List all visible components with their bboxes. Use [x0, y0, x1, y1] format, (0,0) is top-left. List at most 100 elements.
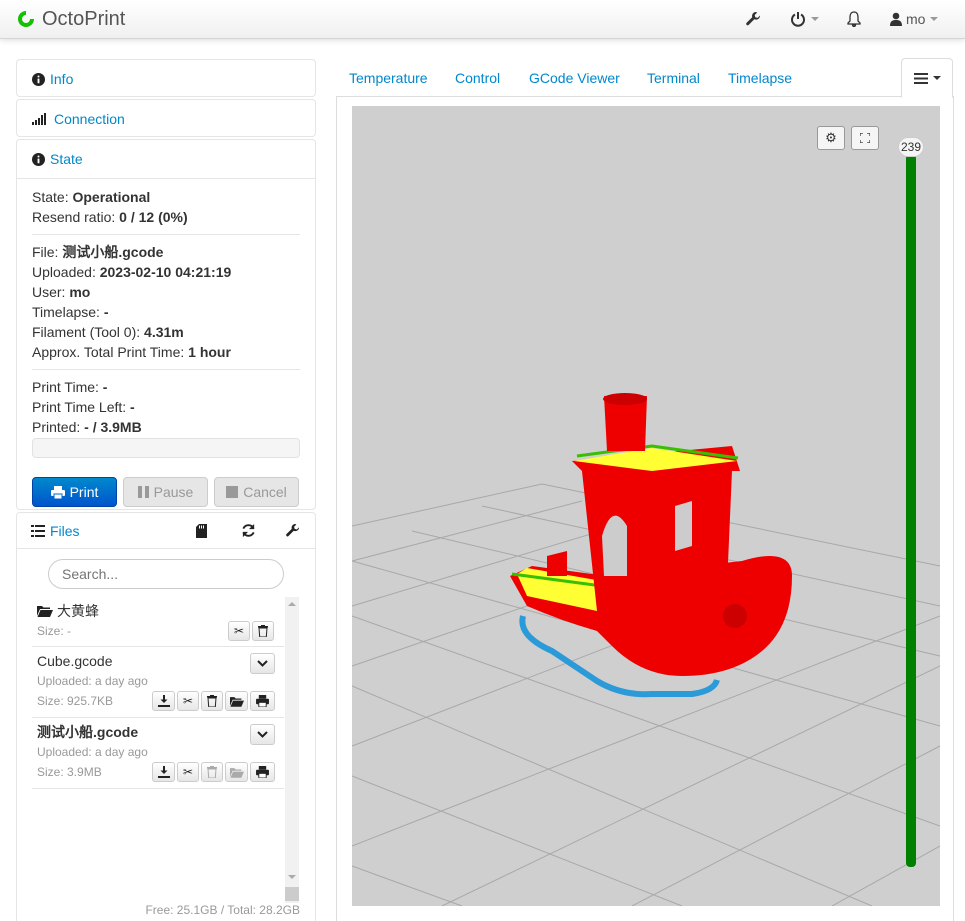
caret-down-icon	[811, 17, 819, 21]
list-item[interactable]: Cube.gcode Uploaded: a day ago Size: 925…	[32, 647, 284, 718]
print-time-left-row: Print Time Left: -	[32, 399, 135, 415]
brand[interactable]: OctoPrint	[16, 6, 125, 32]
scroll-up-icon[interactable]	[288, 602, 296, 606]
state-panel-toggle[interactable]: State	[17, 140, 315, 178]
printed-value: - / 3.9MB	[84, 419, 142, 435]
delete-button[interactable]	[201, 762, 223, 782]
scroll-down-icon[interactable]	[288, 875, 296, 879]
printer-icon	[256, 766, 269, 778]
printer-icon	[256, 695, 269, 707]
filament-value: 4.31m	[144, 324, 184, 340]
cut-button[interactable]: ✂	[177, 691, 199, 711]
print-bed-render	[352, 393, 940, 906]
main-tabs: Temperature Control GCode Viewer Termina…	[336, 58, 954, 98]
scissors-icon: ✂	[233, 624, 245, 638]
tab-overflow-menu[interactable]	[901, 58, 953, 98]
print-controls: Print Pause Cancel	[32, 477, 300, 507]
file-name: 大黄蜂	[57, 603, 99, 619]
print-button[interactable]: Print	[32, 477, 117, 507]
file-expand-button[interactable]	[250, 653, 275, 674]
folder-open-icon	[229, 767, 244, 778]
cancel-button[interactable]: Cancel	[214, 477, 299, 507]
caret-down-icon	[930, 17, 939, 21]
user-name: mo	[906, 11, 926, 27]
file-search-input[interactable]	[48, 559, 284, 589]
delete-button[interactable]	[201, 691, 223, 711]
files-panel-header: Files	[17, 513, 315, 549]
resize-handle[interactable]	[285, 887, 299, 901]
connection-panel-title: Connection	[54, 111, 125, 127]
cut-button[interactable]: ✂	[228, 621, 250, 641]
resend-value: 0 / 12 (0%)	[119, 209, 188, 225]
wrench-icon[interactable]	[285, 523, 300, 541]
user-menu[interactable]: mo	[890, 9, 939, 29]
viewer-fullscreen-button[interactable]	[851, 126, 879, 150]
notifications-button[interactable]	[847, 9, 861, 29]
gear-icon: ⚙	[825, 130, 837, 145]
caret-down-icon	[932, 76, 941, 80]
connection-panel: Connection	[16, 99, 316, 137]
file-uploaded: Uploaded: a day ago	[37, 745, 148, 759]
print-progress-bar	[32, 438, 300, 458]
timelapse-value: -	[103, 304, 109, 320]
tab-temperature[interactable]: Temperature	[349, 70, 428, 86]
uploaded-value: 2023-02-10 04:21:19	[99, 264, 232, 280]
state-panel: State State: Operational Resend ratio: 0…	[16, 139, 316, 510]
state-row: State: Operational	[32, 189, 151, 205]
user-value: mo	[69, 284, 91, 300]
cut-button[interactable]: ✂	[177, 762, 199, 782]
list-item[interactable]: 测试小船.gcode Uploaded: a day ago Size: 3.9…	[32, 718, 284, 789]
download-icon	[157, 766, 170, 778]
print-file-button[interactable]	[250, 691, 275, 711]
navbar: OctoPrint mo	[0, 0, 965, 39]
printer-icon	[50, 485, 65, 499]
refresh-icon[interactable]	[241, 523, 256, 541]
files-panel: Files 大黄蜂 Size: - ✂ Cube.gcode Uploaded:…	[16, 512, 316, 921]
tab-gcode-viewer[interactable]: GCode Viewer	[529, 70, 620, 86]
info-panel-toggle[interactable]: Info	[17, 60, 315, 98]
brand-name: OctoPrint	[42, 7, 126, 30]
sd-card-icon[interactable]	[196, 524, 207, 541]
filament-row: Filament (Tool 0): 4.31m	[32, 324, 184, 340]
settings-button[interactable]	[745, 9, 761, 29]
folder-open-icon	[37, 606, 53, 617]
system-menu[interactable]	[790, 9, 819, 29]
benchy-model	[510, 393, 792, 676]
file-row: File: 测试小船.gcode	[32, 244, 164, 260]
file-list: 大黄蜂 Size: - ✂ Cube.gcode Uploaded: a day…	[32, 597, 284, 789]
divider	[32, 234, 300, 235]
resend-row: Resend ratio: 0 / 12 (0%)	[32, 209, 188, 225]
pause-button[interactable]: Pause	[123, 477, 208, 507]
state-value: Operational	[72, 189, 151, 205]
load-button[interactable]	[225, 691, 248, 711]
file-name: 测试小船.gcode	[37, 724, 139, 740]
list-item[interactable]: 大黄蜂 Size: - ✂	[32, 597, 284, 647]
tab-control[interactable]: Control	[455, 70, 500, 86]
layer-slider-handle[interactable]: 239	[898, 137, 924, 157]
file-name: Cube.gcode	[37, 653, 113, 669]
scissors-icon: ✂	[182, 694, 194, 708]
state-body: State: Operational Resend ratio: 0 / 12 …	[17, 178, 315, 507]
gcode-3d-viewer[interactable]: ⚙ 239	[352, 106, 940, 906]
file-list-scrollbar[interactable]	[285, 597, 299, 903]
download-button[interactable]	[152, 762, 175, 782]
info-circle-icon	[32, 152, 45, 166]
delete-button[interactable]	[252, 621, 274, 641]
print-file-button[interactable]	[250, 762, 275, 782]
viewer-settings-button[interactable]: ⚙	[817, 126, 845, 150]
files-panel-title[interactable]: Files	[50, 523, 80, 539]
chevron-down-icon	[257, 660, 268, 667]
hamburger-icon	[913, 72, 928, 84]
tab-timelapse[interactable]: Timelapse	[728, 70, 792, 86]
file-expand-button[interactable]	[250, 724, 275, 745]
load-button[interactable]	[225, 762, 248, 782]
download-button[interactable]	[152, 691, 175, 711]
wrench-icon	[746, 12, 761, 26]
print-time-value: -	[102, 379, 108, 395]
file-uploaded: Uploaded: a day ago	[37, 674, 148, 688]
printed-row: Printed: - / 3.9MB	[32, 419, 142, 435]
timelapse-row: Timelapse: -	[32, 304, 109, 320]
tab-terminal[interactable]: Terminal	[647, 70, 700, 86]
layer-slider[interactable]	[906, 154, 916, 867]
connection-panel-toggle[interactable]: Connection	[17, 100, 315, 138]
